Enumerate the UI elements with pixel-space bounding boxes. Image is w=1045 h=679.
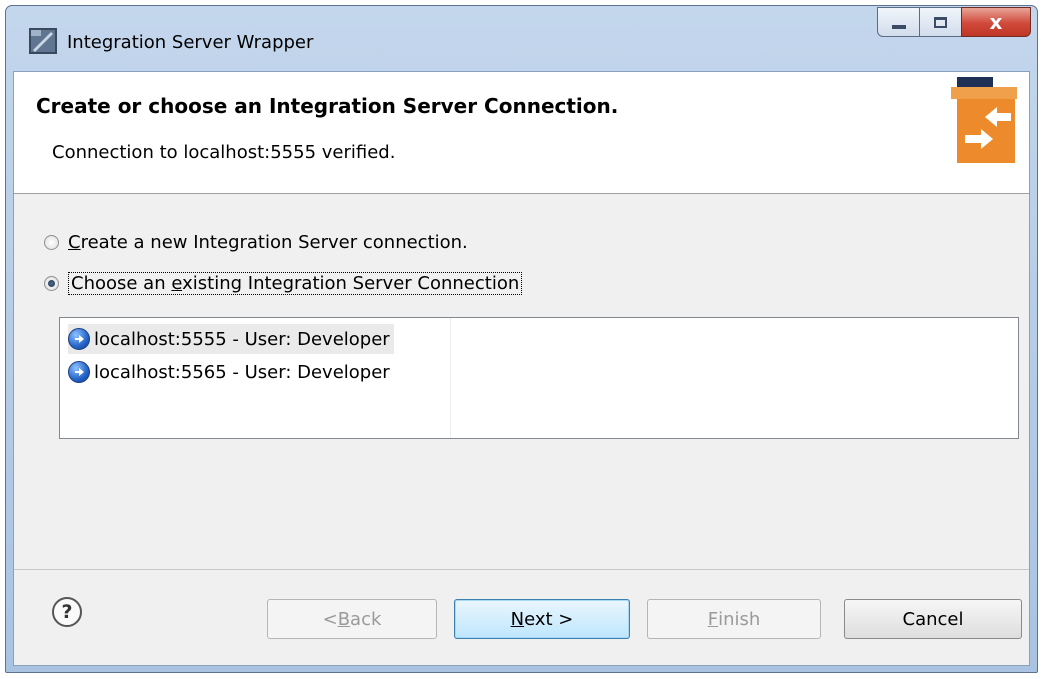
wizard-header: Create or choose an Integration Server C… xyxy=(14,72,1029,194)
close-button[interactable]: x xyxy=(961,7,1031,37)
footer-divider xyxy=(14,569,1029,570)
connection-list[interactable]: localhost:5555 - User: Developer localho… xyxy=(59,317,1019,439)
wizard-title: Create or choose an Integration Server C… xyxy=(36,94,619,118)
minimize-icon xyxy=(891,25,906,29)
create-new-radio[interactable] xyxy=(44,235,59,250)
next-button[interactable]: Next > xyxy=(454,599,630,639)
connection-label: localhost:5555 - User: Developer xyxy=(94,328,390,350)
wizard-window: Integration Server Wrapper x Create or c… xyxy=(5,5,1038,673)
choose-existing-label: Choose an existing Integration Server Co… xyxy=(68,272,523,295)
back-button[interactable]: < Back xyxy=(267,599,437,639)
connection-label: localhost:5565 - User: Developer xyxy=(94,361,390,383)
create-new-connection-option[interactable]: Create a new Integration Server connecti… xyxy=(44,232,468,253)
server-connection-icon xyxy=(68,328,90,350)
caption-buttons: x xyxy=(877,7,1031,43)
cancel-button[interactable]: Cancel xyxy=(844,599,1022,639)
window-title: Integration Server Wrapper xyxy=(67,32,314,53)
list-item[interactable]: localhost:5565 - User: Developer xyxy=(68,357,394,387)
choose-existing-connection-option[interactable]: Choose an existing Integration Server Co… xyxy=(44,272,523,295)
integration-server-app-icon xyxy=(29,28,57,54)
maximize-icon xyxy=(934,16,947,28)
close-icon: x xyxy=(989,10,1003,34)
list-column-separator xyxy=(450,318,451,438)
help-icon[interactable]: ? xyxy=(52,597,82,627)
status-message: Connection to localhost:5555 verified. xyxy=(52,142,396,163)
minimize-button[interactable] xyxy=(877,7,919,37)
finish-button[interactable]: Finish xyxy=(647,599,821,639)
create-new-label: Create a new Integration Server connecti… xyxy=(68,232,468,253)
title-bar[interactable]: Integration Server Wrapper x xyxy=(6,6,1037,71)
maximize-button[interactable] xyxy=(919,7,961,37)
choose-existing-radio[interactable] xyxy=(44,276,59,291)
integration-connection-wizard-icon xyxy=(951,77,1017,167)
dialog-body: Create or choose an Integration Server C… xyxy=(13,71,1030,666)
list-item[interactable]: localhost:5555 - User: Developer xyxy=(68,324,394,354)
server-connection-icon xyxy=(68,361,90,383)
